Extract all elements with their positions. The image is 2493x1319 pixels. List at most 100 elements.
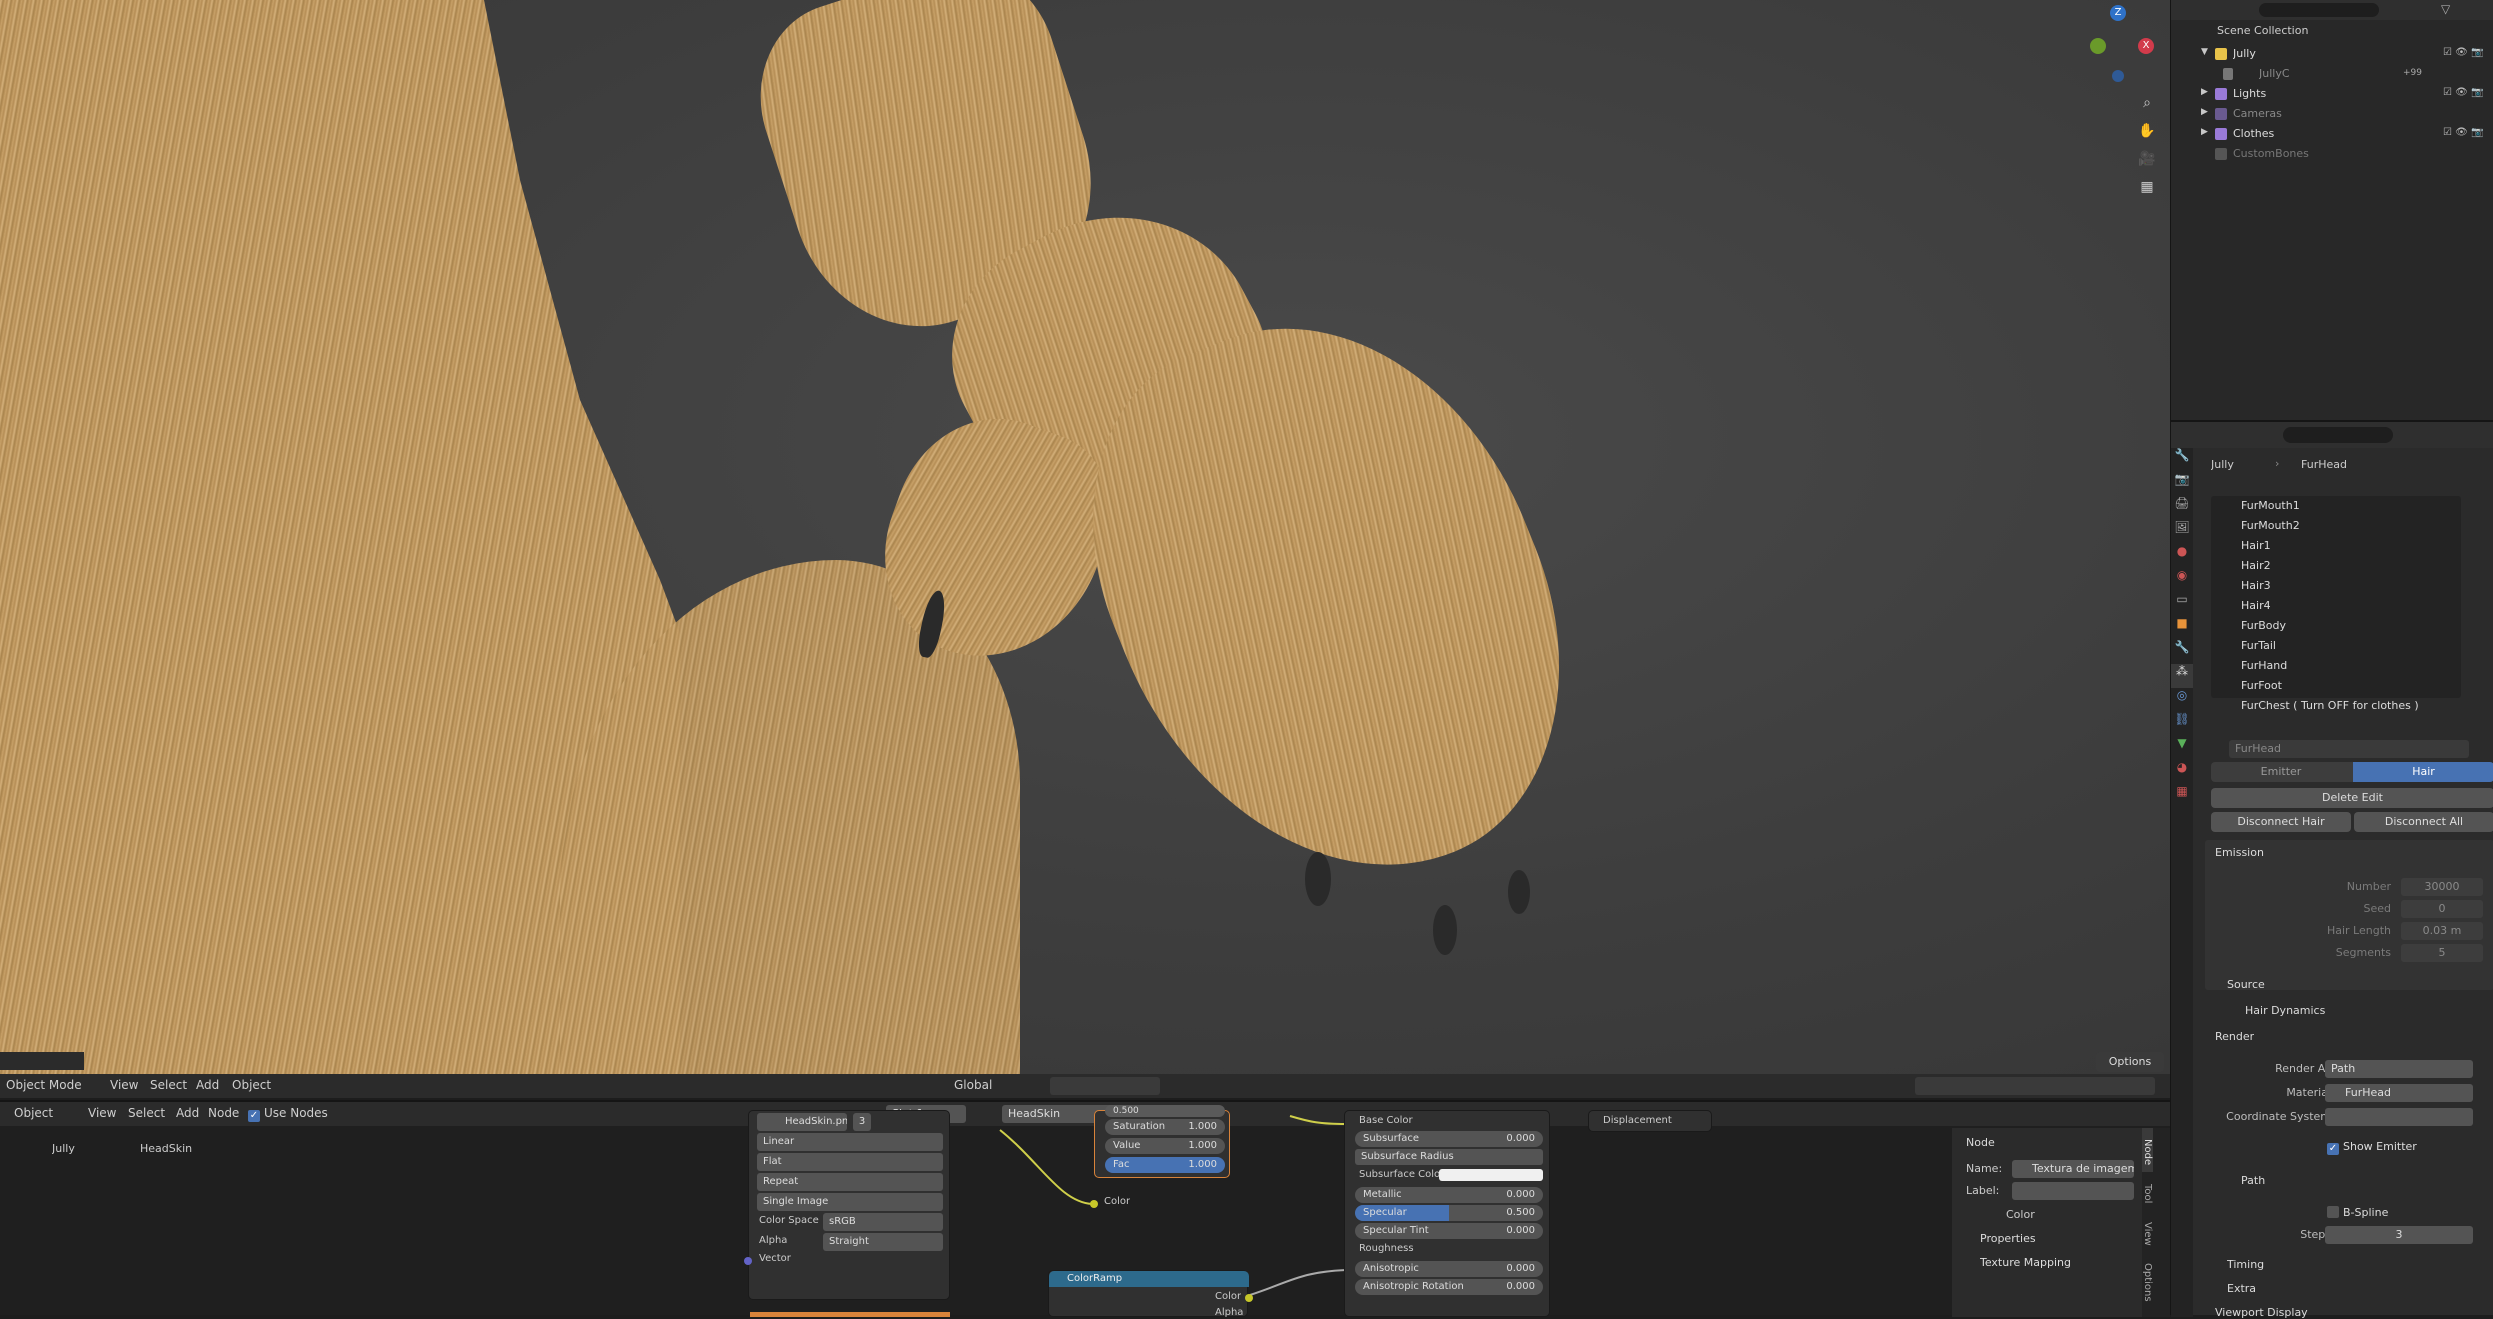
extension-dropdown[interactable]: Repeat xyxy=(757,1173,943,1191)
particle-settings-field[interactable]: FurHead xyxy=(2229,740,2469,758)
sidebar-tab-node[interactable]: Node xyxy=(2142,1128,2153,1172)
image-name-field[interactable]: HeadSkin.png xyxy=(757,1113,847,1131)
color-subpanel[interactable]: Color xyxy=(2006,1208,2035,1221)
texture-mapping-section[interactable]: Texture Mapping xyxy=(1980,1256,2071,1269)
list-item[interactable]: Hair3 xyxy=(2211,576,2461,596)
hue-saturation-node[interactable]: 0.500 Saturation 1.000 Value 1.000 Fac 1… xyxy=(1094,1105,1230,1178)
outliner-item-custombones[interactable]: CustomBones xyxy=(2171,144,2493,164)
alpha-dropdown[interactable]: Straight xyxy=(823,1233,943,1251)
list-item[interactable]: FurTail xyxy=(2211,636,2461,656)
metallic-field[interactable]: Metallic 0.000 xyxy=(1355,1187,1543,1203)
timing-subpanel[interactable]: Timing xyxy=(2227,1258,2264,1271)
hue-field[interactable]: 0.500 xyxy=(1105,1105,1225,1117)
color-input-socket[interactable] xyxy=(1090,1200,1098,1208)
list-item[interactable]: Hair4 xyxy=(2211,596,2461,616)
subsurface-field[interactable]: Subsurface 0.000 xyxy=(1355,1131,1543,1147)
physics-tab-icon[interactable]: ◎ xyxy=(2171,688,2193,712)
output-tab-icon[interactable]: 🖨 xyxy=(2171,496,2193,520)
navigation-gizmo[interactable]: Z X xyxy=(2080,0,2160,90)
outliner-item-jullyc[interactable]: JullyC +99 xyxy=(2171,64,2493,84)
render-as-dropdown[interactable]: Path xyxy=(2325,1060,2473,1078)
outliner-item-clothes[interactable]: ▶ Clothes ☑ 👁 📷 xyxy=(2171,124,2493,144)
particles-tab-icon[interactable]: ⁂ xyxy=(2171,664,2193,688)
list-item[interactable]: FurFoot xyxy=(2211,676,2461,696)
material-output-node[interactable]: Displacement xyxy=(1588,1110,1712,1132)
object-tab-icon[interactable]: ■ xyxy=(2171,616,2193,640)
anisotropic-rotation-field[interactable]: Anisotropic Rotation 0.000 xyxy=(1355,1279,1543,1295)
menu-select[interactable]: Select xyxy=(150,1078,190,1092)
gizmo-neg-z[interactable] xyxy=(2112,70,2124,82)
outliner-item-jully[interactable]: ▼ Jully ☑ 👁 📷 xyxy=(2171,44,2493,64)
shading-mode-buttons[interactable] xyxy=(1915,1077,2155,1095)
hair-dynamics-panel[interactable]: Hair Dynamics xyxy=(2245,1004,2325,1017)
image-texture-node[interactable]: HeadSkin.png 3 Linear Flat Repeat Single… xyxy=(744,1110,950,1300)
colorramp-node[interactable]: ColorRamp Color Alpha xyxy=(1048,1270,1253,1318)
outliner-search-input[interactable] xyxy=(2259,3,2379,17)
value-field[interactable]: Value 1.000 xyxy=(1105,1138,1225,1154)
show-emitter-checkbox[interactable]: ✓ xyxy=(2327,1140,2339,1155)
viewport-display-panel[interactable]: Viewport Display xyxy=(2215,1306,2308,1319)
list-item[interactable]: FurHand xyxy=(2211,656,2461,676)
list-item[interactable]: FurBody xyxy=(2211,616,2461,636)
colorramp-color-socket[interactable] xyxy=(1245,1294,1253,1302)
world-tab-icon[interactable]: ◉ xyxy=(2171,568,2193,592)
list-item[interactable]: Hair1 xyxy=(2211,536,2461,556)
anisotropic-field[interactable]: Anisotropic 0.000 xyxy=(1355,1261,1543,1277)
bspline-checkbox[interactable] xyxy=(2327,1206,2339,1221)
color-space-dropdown[interactable]: sRGB xyxy=(823,1213,943,1231)
camera-icon[interactable]: 🎥 xyxy=(2136,148,2158,170)
data-tab-icon[interactable]: ▼ xyxy=(2171,736,2193,760)
projection-dropdown[interactable]: Flat xyxy=(757,1153,943,1171)
fac-field[interactable]: Fac 1.000 xyxy=(1105,1157,1225,1173)
subsurface-radius-dropdown[interactable]: Subsurface Radius xyxy=(1355,1149,1543,1165)
transform-orientation-dropdown[interactable]: Global xyxy=(936,1078,1016,1092)
specular-field[interactable]: Specular 0.500 xyxy=(1355,1205,1543,1221)
list-item[interactable]: Hair2 xyxy=(2211,556,2461,576)
principled-bsdf-node[interactable]: Base Color Subsurface 0.000 Subsurface Ra… xyxy=(1344,1110,1550,1317)
menu-add[interactable]: Add xyxy=(196,1078,226,1092)
sidebar-tab-tool[interactable]: Tool xyxy=(2142,1172,2153,1212)
list-item[interactable]: FurMouth2 xyxy=(2211,516,2461,536)
constraints-tab-icon[interactable]: ⛓ xyxy=(2171,712,2193,736)
segments-field[interactable]: 5 xyxy=(2401,944,2483,962)
node-section-header[interactable]: Node xyxy=(1966,1136,1995,1149)
source-dropdown[interactable]: Single Image xyxy=(757,1193,943,1211)
interpolation-dropdown[interactable]: Linear xyxy=(757,1133,943,1151)
properties-section[interactable]: Properties xyxy=(1980,1232,2036,1245)
scene-tab-icon[interactable]: ● xyxy=(2171,544,2193,568)
scene-collection-label[interactable]: Scene Collection xyxy=(2217,24,2308,37)
delete-edit-button[interactable]: Delete Edit xyxy=(2211,788,2493,808)
filter-icon[interactable]: ▽ xyxy=(2441,2,2450,16)
disconnect-hair-button[interactable]: Disconnect Hair xyxy=(2211,812,2351,832)
sidebar-tab-options[interactable]: Options xyxy=(2142,1252,2153,1308)
texture-tab-icon[interactable]: ▦ xyxy=(2171,784,2193,808)
node-label-field[interactable] xyxy=(2012,1182,2134,1200)
emission-header[interactable]: Emission xyxy=(2215,846,2264,859)
grid-view-icon[interactable]: ▦ xyxy=(2136,176,2158,198)
render-tab-icon[interactable]: 📷 xyxy=(2171,472,2193,496)
hair-tab[interactable]: Hair xyxy=(2353,762,2493,782)
subsurface-color-swatch[interactable] xyxy=(1439,1169,1543,1181)
number-field[interactable]: 30000 xyxy=(2401,878,2483,896)
list-item[interactable]: FurMouth1 xyxy=(2211,496,2461,516)
render-header[interactable]: Render xyxy=(2215,1030,2254,1043)
gizmo-x-axis[interactable]: X xyxy=(2138,38,2154,54)
node-name-field[interactable]: Textura de imagem xyxy=(2012,1160,2134,1178)
outliner-item-lights[interactable]: ▶ Lights ☑ 👁 📷 xyxy=(2171,84,2493,104)
vector-socket[interactable] xyxy=(744,1257,752,1265)
material-tab-icon[interactable]: ◕ xyxy=(2171,760,2193,784)
path-subpanel[interactable]: Path xyxy=(2241,1174,2265,1187)
emitter-tab[interactable]: Emitter xyxy=(2211,762,2351,782)
object-mode-dropdown[interactable]: Object Mode xyxy=(6,1078,96,1094)
menu-object[interactable]: Object xyxy=(232,1078,282,1092)
collection-tab-icon[interactable]: ▭ xyxy=(2171,592,2193,616)
properties-search-input[interactable] xyxy=(2283,427,2393,443)
coordinate-system-field[interactable] xyxy=(2325,1108,2473,1126)
specular-tint-field[interactable]: Specular Tint 0.000 xyxy=(1355,1223,1543,1239)
tool-tab-icon[interactable]: 🔧 xyxy=(2171,448,2193,472)
list-item[interactable]: FurChest ( Turn OFF for clothes ) xyxy=(2211,696,2461,716)
extra-subpanel[interactable]: Extra xyxy=(2227,1282,2256,1295)
sidebar-tab-view[interactable]: View xyxy=(2142,1212,2153,1252)
material-dropdown[interactable]: FurHead xyxy=(2325,1084,2473,1102)
zoom-icon[interactable]: ⌕ xyxy=(2136,92,2158,114)
